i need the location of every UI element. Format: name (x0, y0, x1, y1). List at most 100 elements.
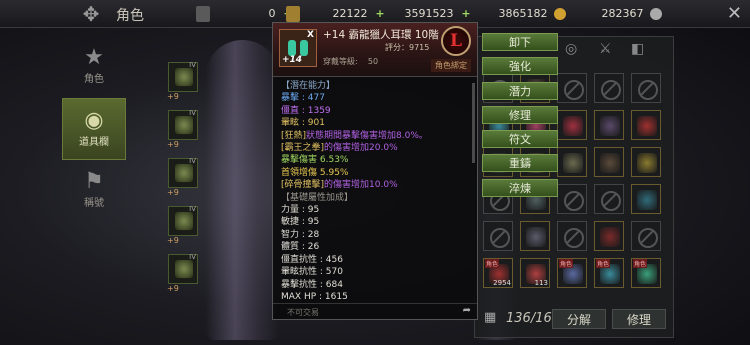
item-art-icon (637, 153, 657, 173)
inventory-slot-locked[interactable] (631, 221, 661, 251)
currency-2-value: 22122 (332, 7, 368, 20)
trade-status: 不可交易 (287, 308, 319, 317)
potential-button[interactable]: 潛力 (482, 81, 558, 100)
nav-item-label: 道具欄 (79, 137, 109, 148)
wear-level: 穿戴等級: 50 (323, 57, 379, 66)
currency-3-add-button[interactable]: + (460, 8, 472, 20)
inventory-slot-locked[interactable] (557, 73, 587, 103)
base-stat: 力量 : 95 (281, 205, 320, 216)
item-badge: 角色 (485, 259, 500, 268)
bind-status: 角色綁定 (431, 59, 471, 72)
equip-slot[interactable]: IV +9 (167, 109, 198, 149)
weapon-filter-icon[interactable]: ⚔ (599, 41, 612, 57)
inventory-item[interactable]: 113 (520, 258, 550, 288)
nav-item-title[interactable]: ⚑ 稱號 (62, 160, 126, 222)
rune-button[interactable]: 符文 (482, 130, 558, 149)
currency-1: 0 + (196, 6, 294, 22)
item-art-icon (637, 116, 657, 136)
base-stat: 敏捷 : 95 (281, 217, 320, 228)
currency-1-value: 0 (268, 7, 276, 20)
inventory-item[interactable] (557, 147, 587, 177)
reforge-button[interactable]: 重鑄 (482, 154, 558, 173)
item-art-icon (600, 227, 620, 247)
item-name: +14 霸龍獵人耳環 10階 (323, 29, 439, 41)
decompose-button[interactable]: 分解 (552, 309, 606, 329)
inventory-item[interactable] (594, 147, 624, 177)
ticket-icon (286, 6, 300, 22)
page-title: 角色 (116, 8, 144, 24)
nav-item-label: 稱號 (84, 198, 104, 209)
item-badge: 角色 (633, 259, 648, 268)
inventory-item[interactable] (631, 110, 661, 140)
tooltip-header: X +14 +14 霸龍獵人耳環 10階 評分：9715 穿戴等級: 50 L … (273, 23, 477, 77)
inventory-item[interactable] (594, 110, 624, 140)
latent-stat: 暴擊 : 477 (281, 93, 325, 104)
refine-button[interactable]: 淬煉 (482, 178, 558, 197)
repair-all-button[interactable]: 修理 (612, 309, 666, 329)
base-stat: MAX HP : 1615 (281, 291, 348, 302)
grid-view-icon[interactable]: ▦ (484, 311, 498, 325)
inventory-slot-locked[interactable] (557, 184, 587, 214)
item-art-icon (600, 153, 620, 173)
base-stat: 體質 : 26 (281, 242, 320, 253)
inventory-slot-locked[interactable] (594, 184, 624, 214)
legendary-grade-icon: L (441, 26, 471, 56)
filter-all-icon[interactable]: ◎ (565, 41, 577, 57)
inventory-item[interactable] (631, 184, 661, 214)
currency-3: 3591523 + (384, 6, 472, 22)
latent-stat: 僵直 : 1359 (281, 105, 331, 116)
tooltip-body: 【潛在能力】 暴擊 : 477 僵直 : 1359 暈眩 : 901 [狂熱]狀… (273, 77, 477, 306)
title-badge-icon: ⚑ (84, 169, 104, 194)
share-icon[interactable]: ➦ (463, 305, 471, 316)
inventory-item[interactable]: 角色 (631, 258, 661, 288)
item-score: 評分：9715 (385, 43, 430, 52)
nav-item-inventory[interactable]: ◉ 道具欄 (62, 98, 126, 160)
repair-button[interactable]: 修理 (482, 105, 558, 124)
nav-item-character[interactable]: ★ 角色 (62, 36, 126, 98)
inventory-item[interactable]: 角色 2954 (483, 258, 513, 288)
character-model[interactable] (205, 40, 280, 340)
item-action-menu: 卸下 強化 潛力 修理 符文 重鑄 淬煉 (482, 33, 558, 203)
inventory-item[interactable]: 角色 (594, 258, 624, 288)
inventory-item[interactable] (520, 221, 550, 251)
base-section-title: 【基礎屬性加成】 (281, 192, 354, 203)
item-enhance-level: 14 (289, 55, 303, 65)
inventory-slot-locked[interactable] (594, 73, 624, 103)
enhance-button[interactable]: 強化 (482, 57, 558, 76)
item-art-icon (637, 190, 657, 210)
equip-slot[interactable]: IV +9 (167, 157, 198, 197)
equip-slot[interactable]: IV +9 (167, 253, 198, 293)
unequip-button[interactable]: 卸下 (482, 33, 558, 51)
item-art-icon (600, 116, 620, 136)
inventory-item[interactable] (594, 221, 624, 251)
inventory-item[interactable]: 角色 (557, 258, 587, 288)
accessory-filter-icon[interactable]: ◧ (631, 41, 644, 57)
currency-2: 22122 + (286, 6, 386, 22)
silver-coin-icon (650, 8, 662, 20)
tooltip-scrollbar[interactable] (472, 83, 475, 163)
inventory-item[interactable] (631, 147, 661, 177)
effect-line: 首領增傷 5.95% (281, 167, 349, 178)
base-stat: 智力 : 28 (281, 229, 320, 240)
inventory-slot-locked[interactable] (631, 73, 661, 103)
currency-4: 3865182 (476, 6, 566, 22)
inventory-item[interactable] (557, 110, 587, 140)
inventory-slot-locked[interactable] (483, 221, 513, 251)
equip-slot[interactable]: IV +9 (167, 61, 198, 101)
nav-item-label: 角色 (84, 74, 104, 85)
side-nav: ★ 角色 ◉ 道具欄 ⚑ 稱號 (62, 36, 126, 222)
equip-slot[interactable]: IV +9 (167, 205, 198, 245)
character-emblem-icon: ✥ (82, 2, 100, 26)
base-stat: 暴擊抗性 : 684 (281, 279, 343, 290)
character-icon: ★ (84, 45, 104, 70)
currency-5: 282367 (576, 6, 662, 22)
earring-icon: X +14 (279, 29, 317, 67)
effect-line: [狂熱]狀態期間暴擊傷害增加8.0%。 (281, 130, 428, 141)
currency-3-value: 3591523 (404, 7, 454, 20)
close-icon[interactable]: ✕ (727, 3, 742, 24)
scroll-icon (196, 6, 210, 22)
effect-line: [碎骨撞擊]的傷害增加10.0% (281, 180, 398, 191)
item-count: 113 (534, 279, 548, 287)
currency-4-value: 3865182 (498, 7, 548, 20)
inventory-slot-locked[interactable] (557, 221, 587, 251)
